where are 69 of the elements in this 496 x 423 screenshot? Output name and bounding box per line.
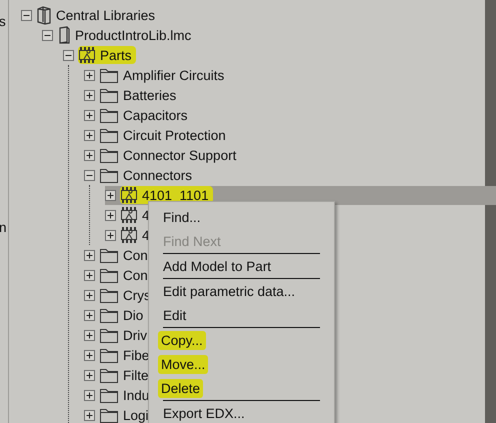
- tree-item[interactable]: Con: [123, 248, 148, 262]
- expand-icon[interactable]: [105, 190, 116, 200]
- menu-item[interactable]: Export EDX...: [149, 401, 334, 423]
- expand-icon[interactable]: [84, 110, 95, 120]
- folder-icon: [99, 366, 119, 384]
- folder-icon: [99, 146, 119, 164]
- menu-item[interactable]: Find...: [149, 205, 334, 229]
- folder-icon: [99, 66, 119, 84]
- folder-icon: [99, 386, 119, 404]
- library-icon: [36, 5, 52, 25]
- menu-item[interactable]: Copy...: [149, 328, 334, 352]
- tree-item[interactable]: Filte: [123, 368, 149, 382]
- tree-item[interactable]: Central Libraries: [56, 8, 156, 22]
- tree-item[interactable]: Con: [123, 268, 148, 282]
- expand-icon[interactable]: [84, 370, 95, 380]
- folder-icon: [99, 326, 119, 344]
- tree-item[interactable]: 4: [142, 208, 150, 222]
- menu-item[interactable]: Add Model to Part: [149, 254, 334, 278]
- folder-icon: [99, 106, 119, 124]
- expand-icon[interactable]: [84, 290, 95, 300]
- component-icon: [120, 206, 138, 224]
- component-icon: [78, 46, 96, 64]
- collapse-icon[interactable]: [84, 170, 95, 180]
- menu-item[interactable]: Edit parametric data...: [149, 279, 334, 303]
- folder-icon: [99, 126, 119, 144]
- expand-icon[interactable]: [84, 130, 95, 140]
- expand-icon[interactable]: [105, 230, 116, 240]
- tree-item[interactable]: Driv: [123, 328, 147, 342]
- tree-item[interactable]: Connectors: [123, 168, 192, 182]
- expand-icon[interactable]: [84, 410, 95, 420]
- expand-icon[interactable]: [84, 250, 95, 260]
- panel-text: n: [0, 219, 8, 237]
- folder-icon: [99, 306, 119, 324]
- collapse-icon[interactable]: [42, 30, 53, 40]
- expand-icon[interactable]: [84, 390, 95, 400]
- tree-item[interactable]: Dio: [123, 308, 144, 322]
- expand-icon[interactable]: [84, 70, 95, 80]
- folder-icon: [99, 166, 119, 184]
- menu-item[interactable]: Move...: [149, 352, 334, 376]
- tree-item[interactable]: Circuit Protection: [123, 128, 226, 142]
- folder-icon: [99, 346, 119, 364]
- collapse-icon[interactable]: [21, 10, 32, 20]
- expand-icon[interactable]: [84, 350, 95, 360]
- component-icon: [120, 226, 138, 244]
- expand-icon[interactable]: [84, 150, 95, 160]
- tree-item[interactable]: Capacitors: [123, 108, 188, 122]
- folder-icon: [99, 406, 119, 423]
- tree-item[interactable]: Connector Support: [123, 148, 236, 162]
- folder-icon: [99, 286, 119, 304]
- tree-item[interactable]: Batteries: [123, 88, 176, 102]
- expand-icon[interactable]: [84, 90, 95, 100]
- menu-item[interactable]: Delete: [149, 376, 334, 400]
- expand-icon[interactable]: [105, 210, 116, 220]
- tree-item[interactable]: Indu: [123, 388, 150, 402]
- tree-item[interactable]: 4: [142, 228, 150, 242]
- collapse-icon[interactable]: [63, 50, 74, 60]
- expand-icon[interactable]: [84, 310, 95, 320]
- folder-icon: [99, 86, 119, 104]
- tree-item[interactable]: ProductIntroLib.lmc: [75, 28, 192, 42]
- expand-icon[interactable]: [84, 270, 95, 280]
- folder-icon: [99, 246, 119, 264]
- folder-icon: [99, 266, 119, 284]
- menu-item[interactable]: Edit: [149, 303, 334, 327]
- expand-icon[interactable]: [84, 330, 95, 340]
- component-icon: [120, 186, 138, 204]
- tree-item[interactable]: Amplifier Circuits: [123, 68, 224, 82]
- tree-item[interactable]: Fibe: [123, 348, 150, 362]
- tree-item[interactable]: Logi: [123, 408, 149, 422]
- book-icon: [57, 25, 71, 45]
